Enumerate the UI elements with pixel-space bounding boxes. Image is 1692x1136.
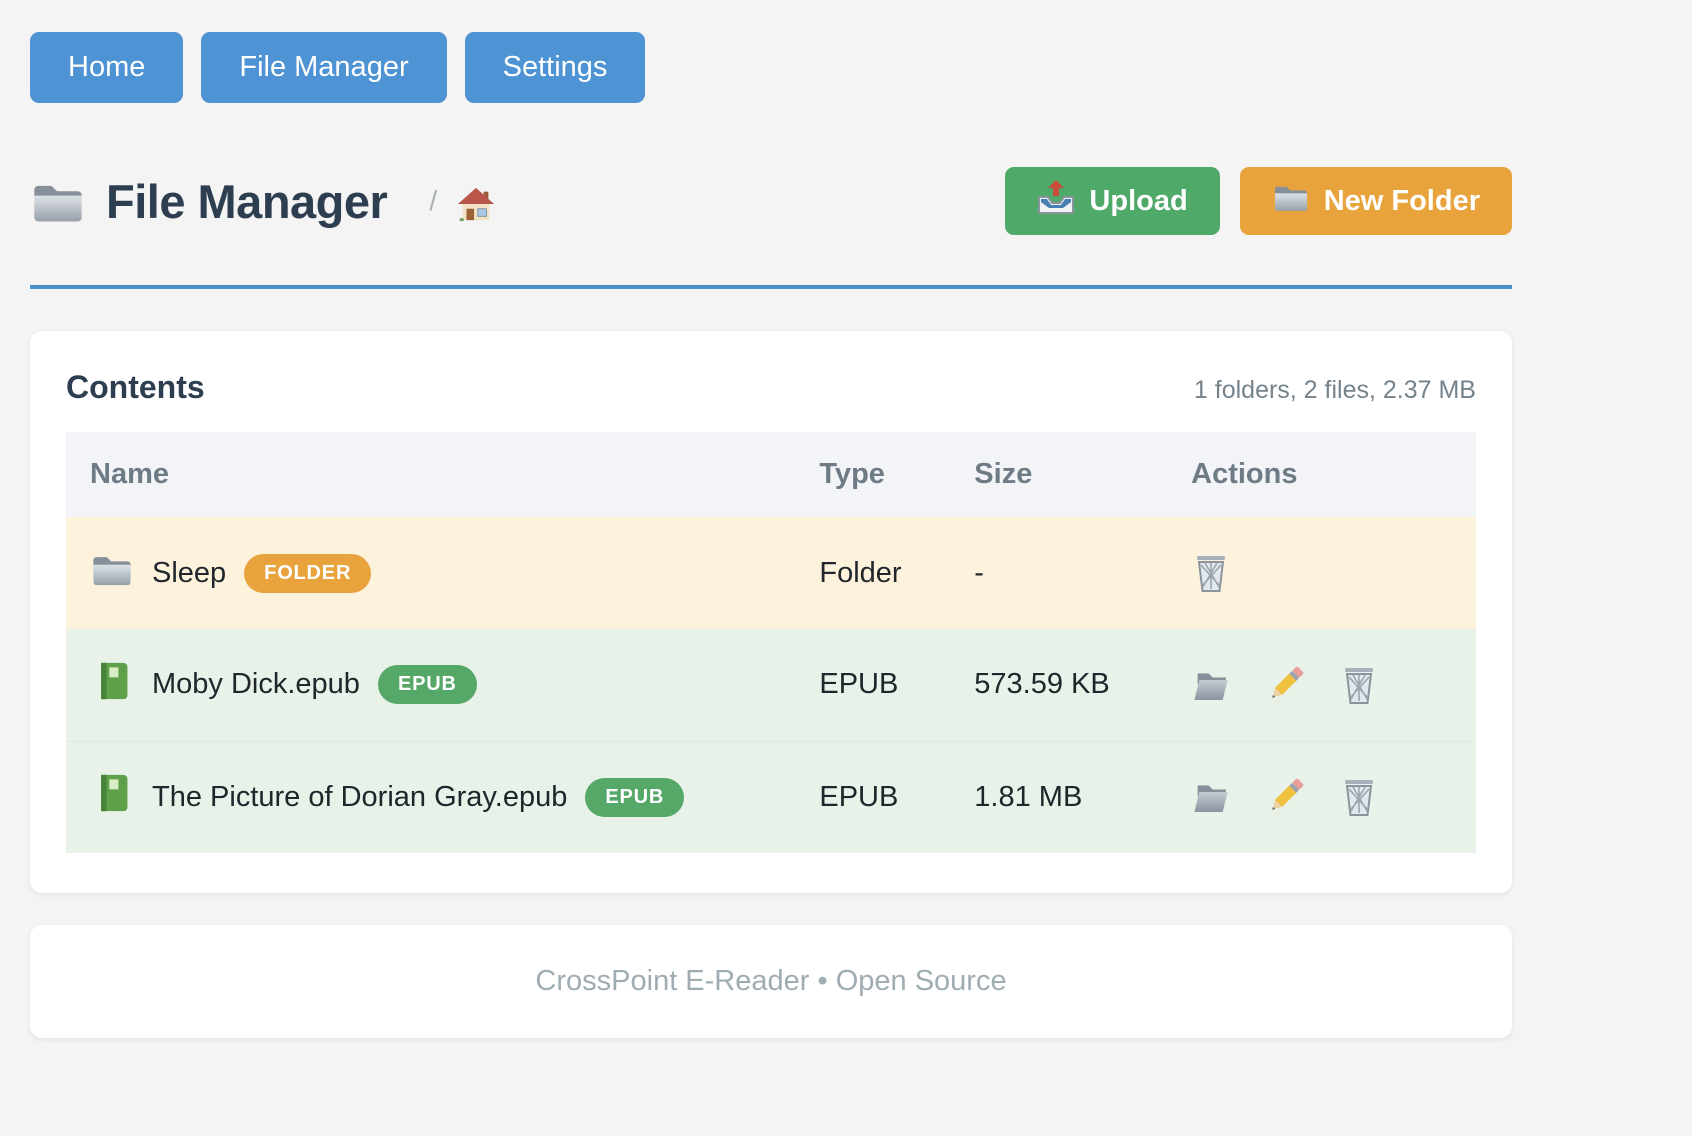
- contents-card-header: Contents 1 folders, 2 files, 2.37 MB: [66, 369, 1476, 406]
- file-size: 573.59 KB: [950, 629, 1167, 741]
- move-icon[interactable]: [1191, 665, 1231, 705]
- contents-card: Contents 1 folders, 2 files, 2.37 MB Nam…: [30, 331, 1512, 893]
- house-icon[interactable]: [457, 179, 495, 223]
- contents-summary: 1 folders, 2 files, 2.37 MB: [1194, 376, 1476, 405]
- title-block: File Manager /: [30, 174, 495, 229]
- upload-tray-icon: [1037, 179, 1075, 223]
- rename-icon[interactable]: [1265, 665, 1305, 705]
- file-size: 1.81 MB: [950, 741, 1167, 853]
- footer-text: CrossPoint E-Reader • Open Source: [535, 965, 1006, 998]
- page-title: File Manager: [106, 174, 387, 229]
- epub-badge: EPUB: [378, 665, 477, 704]
- page-header: File Manager / Upload New Folder: [30, 167, 1512, 235]
- contents-heading: Contents: [66, 369, 205, 406]
- table-header-row: Name Type Size Actions: [66, 432, 1476, 517]
- file-name[interactable]: Moby Dick.epub: [152, 668, 360, 701]
- row-actions: [1191, 665, 1476, 705]
- folder-icon: [30, 176, 86, 226]
- table-row: Sleep FOLDER Folder -: [66, 517, 1476, 629]
- nav-settings-button[interactable]: Settings: [465, 32, 646, 103]
- delete-icon[interactable]: [1191, 553, 1231, 593]
- breadcrumb-separator: /: [429, 185, 437, 217]
- header-actions: Upload New Folder: [1005, 167, 1512, 235]
- folder-badge: FOLDER: [244, 554, 371, 593]
- row-actions: [1191, 553, 1476, 593]
- nav-file-manager-button[interactable]: File Manager: [201, 32, 446, 103]
- green-book-icon: [90, 661, 134, 709]
- table-row: Moby Dick.epub EPUB EPUB 573.59 KB: [66, 629, 1476, 741]
- file-name[interactable]: The Picture of Dorian Gray.epub: [152, 781, 567, 814]
- upload-button[interactable]: Upload: [1005, 167, 1219, 235]
- upload-button-label: Upload: [1089, 185, 1187, 218]
- folder-icon: [1272, 179, 1310, 223]
- column-header-name: Name: [66, 432, 795, 517]
- delete-icon[interactable]: [1339, 777, 1379, 817]
- nav-home-button[interactable]: Home: [30, 32, 183, 103]
- footer-card: CrossPoint E-Reader • Open Source: [30, 925, 1512, 1038]
- row-actions: [1191, 777, 1476, 817]
- new-folder-button[interactable]: New Folder: [1240, 167, 1512, 235]
- delete-icon[interactable]: [1339, 665, 1379, 705]
- file-type: EPUB: [795, 629, 950, 741]
- folder-icon: [90, 549, 134, 597]
- column-header-actions: Actions: [1167, 432, 1476, 517]
- file-type: Folder: [795, 517, 950, 629]
- table-row: The Picture of Dorian Gray.epub EPUB EPU…: [66, 741, 1476, 853]
- rename-icon[interactable]: [1265, 777, 1305, 817]
- green-book-icon: [90, 773, 134, 821]
- file-name-cell[interactable]: The Picture of Dorian Gray.epub EPUB: [90, 773, 795, 821]
- file-type: EPUB: [795, 741, 950, 853]
- top-nav: Home File Manager Settings: [30, 32, 1512, 103]
- page: Home File Manager Settings File Manager …: [30, 0, 1512, 1038]
- file-size: -: [950, 517, 1167, 629]
- file-name[interactable]: Sleep: [152, 557, 226, 590]
- column-header-type: Type: [795, 432, 950, 517]
- column-header-size: Size: [950, 432, 1167, 517]
- new-folder-button-label: New Folder: [1324, 185, 1480, 218]
- file-table: Name Type Size Actions Sleep FOLDER: [66, 432, 1476, 853]
- move-icon[interactable]: [1191, 777, 1231, 817]
- file-name-cell[interactable]: Sleep FOLDER: [90, 549, 795, 597]
- file-name-cell[interactable]: Moby Dick.epub EPUB: [90, 661, 795, 709]
- epub-badge: EPUB: [585, 778, 684, 817]
- title-divider: [30, 285, 1512, 289]
